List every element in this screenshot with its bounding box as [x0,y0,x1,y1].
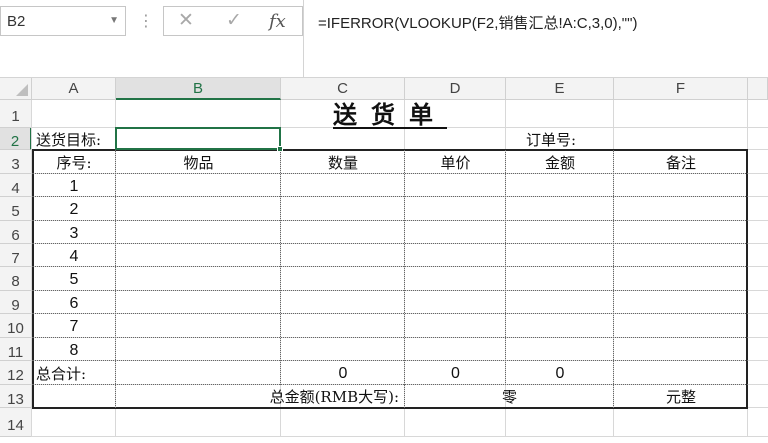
total-label: 总合计: [36,365,87,383]
table-header-1: 序号: [56,154,92,172]
item-number: 7 [69,318,79,335]
row-header-14[interactable]: 14 [0,408,32,437]
row-header-4[interactable]: 4 [0,174,32,197]
item-number: 4 [69,248,79,265]
item-number: 3 [69,225,79,242]
table-col-divider [505,150,506,385]
formula-buttons: ✕ ✓ fx [163,6,303,36]
item-number: 2 [69,201,79,218]
table-row-divider [32,337,748,338]
formula-text: =IFERROR(VLOOKUP(F2,销售汇总!A:C,3,0),"") [318,15,638,32]
selected-cell-b2[interactable] [115,127,281,150]
row-header-13[interactable]: 13 [0,385,32,408]
formula-bar: B2 ▼ ⋮ ✕ ✓ fx =IFERROR(VLOOKUP(F2,销售汇总!A… [0,0,768,78]
dropdown-icon[interactable]: ▼ [109,15,119,26]
total-amount: 0 [555,365,565,382]
form-title: 送货单 [333,100,447,129]
row-header-7[interactable]: 7 [0,244,32,267]
select-all-button[interactable] [0,78,32,100]
table-header-2: 物品 [183,154,214,172]
item-number: 8 [69,342,79,359]
table-row-divider [32,266,748,267]
row-header-9[interactable]: 9 [0,291,32,314]
select-all-icon [16,84,28,96]
spreadsheet-grid[interactable]: ABCDEF 1 2 3 4 5 6 7 8 9 10 11 12 13 14 送货单 送货目标: 订单号: 序… [0,78,768,437]
row-header-10[interactable]: 10 [0,314,32,338]
item-number: 5 [69,271,79,288]
target-label: 送货目标: [36,131,102,149]
table-border-right [746,150,748,408]
column-header-c[interactable]: C [281,78,405,100]
amount-words-value: 零 [501,388,517,406]
total-price: 0 [451,365,460,382]
row-header-1[interactable]: 1 [0,100,32,128]
table-row-divider [32,220,748,221]
column-header-a[interactable]: A [32,78,116,100]
row-header-3[interactable]: 3 [0,150,32,174]
table-row-divider [32,243,748,244]
table-header-4: 单价 [440,154,471,172]
table-row-divider [32,290,748,291]
fill-handle[interactable] [277,146,283,152]
column-header-e[interactable]: E [506,78,614,100]
column-header-f[interactable]: F [614,78,748,100]
row-header-12[interactable]: 12 [0,361,32,385]
table-row-divider [32,313,748,314]
row-header-2[interactable]: 2 [0,128,32,150]
column-header-blank [748,78,768,100]
name-box[interactable]: B2 ▼ [0,6,126,36]
cancel-icon[interactable]: ✕ [178,9,194,32]
total-qty: 0 [338,365,348,382]
column-header-d[interactable]: D [405,78,506,100]
row-header-11[interactable]: 11 [0,338,32,361]
amount-words-suffix: 元整 [665,388,696,406]
function-icon[interactable]: fx [269,11,286,32]
table-col-divider [280,150,281,385]
table-header-6: 备注 [665,154,696,172]
more-options-icon[interactable]: ⋮ [138,11,154,31]
row-header-8[interactable]: 8 [0,267,32,291]
row-header-6[interactable]: 6 [0,221,32,244]
name-box-value: B2 [7,13,26,30]
item-number: 6 [69,295,79,312]
table-header-3: 数量 [327,154,358,172]
table-row-divider [32,196,748,197]
enter-icon[interactable]: ✓ [226,9,242,32]
amount-words-label: 总金额(RMB大写): [269,388,399,406]
row-header-5[interactable]: 5 [0,197,32,221]
order-no-label: 订单号: [526,131,577,149]
table-header-5: 金额 [544,154,575,172]
column-header-b[interactable]: B [116,78,281,100]
item-number: 1 [69,178,79,195]
table-col-divider [404,150,405,385]
